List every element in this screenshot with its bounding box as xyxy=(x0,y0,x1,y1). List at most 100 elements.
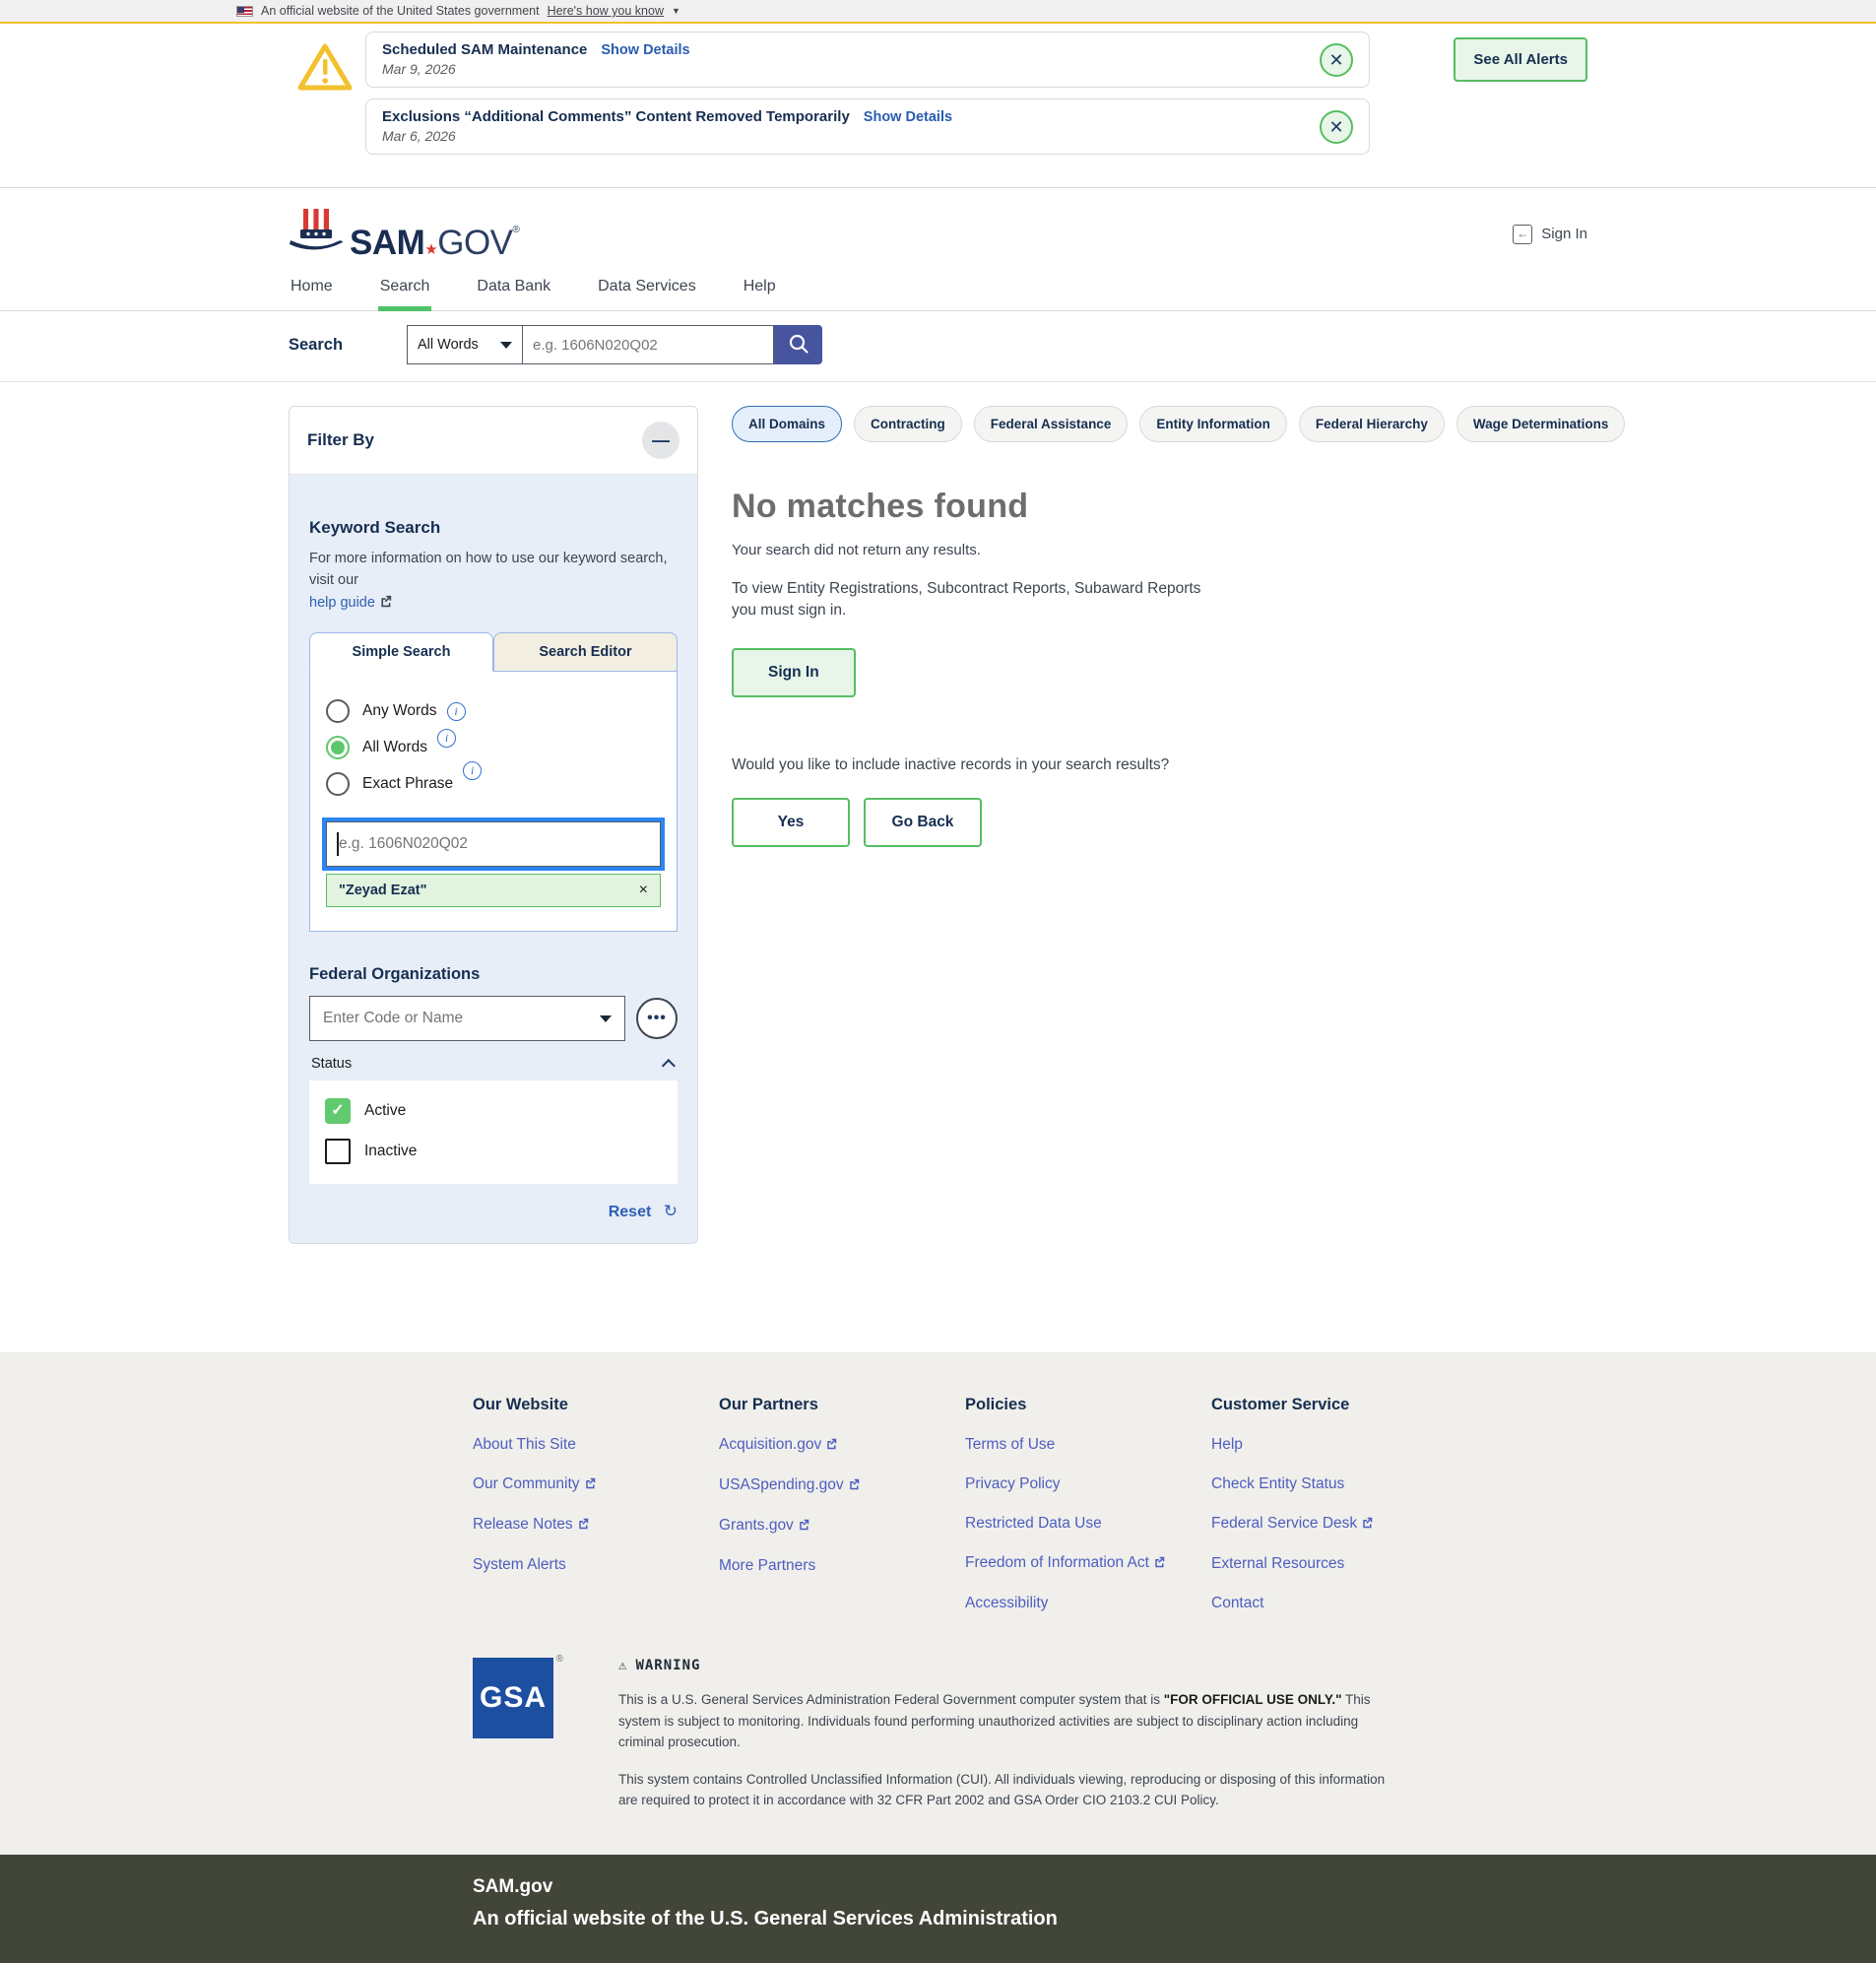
alert-show-details-link[interactable]: Show Details xyxy=(601,42,689,58)
keyword-help-text: For more information on how to use our k… xyxy=(309,551,667,588)
nav-item-data-services[interactable]: Data Services xyxy=(596,274,698,310)
info-icon[interactable]: i xyxy=(447,702,466,721)
alert-date: Mar 6, 2026 xyxy=(382,128,1300,144)
warning-triangle-small-icon: ⚠ xyxy=(618,1658,627,1673)
see-all-alerts-button[interactable]: See All Alerts xyxy=(1454,37,1587,82)
tab-search-editor[interactable]: Search Editor xyxy=(493,632,678,672)
alert-exclusions: Exclusions “Additional Comments” Content… xyxy=(365,98,1370,155)
filter-panel: Filter By — Keyword Search For more info… xyxy=(289,406,698,1244)
collapse-filters-button[interactable]: — xyxy=(642,422,679,459)
us-flag-icon xyxy=(236,6,253,17)
external-link-icon xyxy=(577,1517,589,1535)
more-options-button[interactable]: ••• xyxy=(636,998,678,1039)
checkbox-inactive[interactable] xyxy=(325,1139,351,1164)
warning-block: ⚠ WARNING This is a U.S. General Service… xyxy=(618,1658,1396,1811)
footer-link-usaspending[interactable]: USASpending.gov xyxy=(719,1476,965,1495)
alert-show-details-link[interactable]: Show Details xyxy=(864,109,952,125)
how-you-know-link[interactable]: Here's how you know xyxy=(548,4,664,18)
checkbox-active[interactable]: ✓ xyxy=(325,1098,351,1124)
pill-all-domains[interactable]: All Domains xyxy=(732,406,842,442)
pill-federal-assistance[interactable]: Federal Assistance xyxy=(974,406,1129,442)
identity-footer: SAM.gov An official website of the U.S. … xyxy=(0,1855,1876,1963)
radio-label: All Words xyxy=(362,739,427,756)
footer-link-contact[interactable]: Contact xyxy=(1211,1595,1457,1612)
checkbox-label: Inactive xyxy=(364,1143,417,1160)
footer-link-help[interactable]: Help xyxy=(1211,1436,1457,1454)
search-label: Search xyxy=(289,336,407,355)
radio-label: Any Words xyxy=(362,702,437,720)
no-results-text: Your search did not return any results. xyxy=(732,542,1625,558)
federal-org-combobox[interactable]: Enter Code or Name xyxy=(309,996,625,1041)
domain-pills: All Domains Contracting Federal Assistan… xyxy=(732,406,1625,442)
search-submit-button[interactable] xyxy=(774,325,822,364)
search-type-select[interactable]: All Words xyxy=(407,325,523,364)
radio-all-words[interactable] xyxy=(326,736,350,759)
nav-item-search[interactable]: Search xyxy=(378,274,432,310)
brand-star: ★ xyxy=(424,241,437,258)
external-link-icon xyxy=(584,1476,596,1494)
footer-link-release-notes[interactable]: Release Notes xyxy=(473,1516,719,1535)
footer-link-terms[interactable]: Terms of Use xyxy=(965,1436,1211,1454)
sign-in-link-top[interactable]: ← Sign In xyxy=(1513,225,1587,244)
footer-link-check-entity-status[interactable]: Check Entity Status xyxy=(1211,1475,1457,1493)
alert-title: Exclusions “Additional Comments” Content… xyxy=(382,108,850,125)
footer-official-text: An official website of the U.S. General … xyxy=(473,1908,1587,1930)
footer-link-grants[interactable]: Grants.gov xyxy=(719,1517,965,1536)
pill-federal-hierarchy[interactable]: Federal Hierarchy xyxy=(1299,406,1445,442)
pill-wage-determinations[interactable]: Wage Determinations xyxy=(1456,406,1626,442)
footer-col-our-partners: Our Partners Acquisition.gov USASpending… xyxy=(719,1396,965,1612)
external-link-icon xyxy=(825,1437,837,1455)
checkbox-label: Active xyxy=(364,1102,406,1120)
info-icon[interactable]: i xyxy=(463,761,482,780)
pill-contracting[interactable]: Contracting xyxy=(854,406,962,442)
warning-triangle-icon xyxy=(296,41,354,165)
nav-item-data-bank[interactable]: Data Bank xyxy=(475,274,552,310)
footer-link-about[interactable]: About This Site xyxy=(473,1436,719,1454)
alert-close-button[interactable]: ✕ xyxy=(1320,43,1353,77)
top-search-input[interactable] xyxy=(523,325,774,364)
brand-gov-text: GOV xyxy=(437,224,512,262)
reset-filters-link[interactable]: Reset xyxy=(609,1204,652,1220)
radio-exact-phrase[interactable] xyxy=(326,772,350,796)
refresh-icon: ↻ xyxy=(664,1202,678,1220)
gov-banner: An official website of the United States… xyxy=(0,0,1876,24)
magnifier-icon xyxy=(788,333,809,358)
footer-col-customer-service: Customer Service Help Check Entity Statu… xyxy=(1211,1396,1457,1612)
footer-link-acquisition[interactable]: Acquisition.gov xyxy=(719,1436,965,1455)
main-nav: Home Search Data Bank Data Services Help xyxy=(0,274,1876,311)
warning-paragraph-1: This is a U.S. General Services Administ… xyxy=(618,1689,1396,1753)
footer-link-accessibility[interactable]: Accessibility xyxy=(965,1595,1211,1612)
nav-item-home[interactable]: Home xyxy=(289,274,335,310)
tab-simple-search[interactable]: Simple Search xyxy=(309,632,493,672)
external-link-icon xyxy=(1361,1516,1373,1534)
external-link-icon xyxy=(848,1477,860,1495)
alert-close-button[interactable]: ✕ xyxy=(1320,110,1353,144)
radio-any-words[interactable] xyxy=(326,699,350,723)
chip-label: "Zeyad Ezat" xyxy=(339,883,427,898)
footer-link-system-alerts[interactable]: System Alerts xyxy=(473,1556,719,1574)
help-guide-link[interactable]: help guide xyxy=(309,595,375,611)
external-link-icon xyxy=(1153,1555,1165,1573)
sign-in-button[interactable]: Sign In xyxy=(732,648,856,697)
yes-button[interactable]: Yes xyxy=(732,798,850,847)
footer-site-name: SAM.gov xyxy=(473,1876,1587,1898)
simple-search-panel: Any Words i All Words i Exact Phrase i xyxy=(309,672,678,932)
keyword-search-input[interactable] xyxy=(326,821,661,867)
go-back-button[interactable]: Go Back xyxy=(864,798,982,847)
chevron-up-icon[interactable] xyxy=(662,1059,676,1073)
footer-link-community[interactable]: Our Community xyxy=(473,1475,719,1494)
footer-heading: Policies xyxy=(965,1396,1211,1414)
warning-title: WARNING xyxy=(635,1658,700,1673)
nav-item-help[interactable]: Help xyxy=(742,274,778,310)
registered-mark: ® xyxy=(513,225,520,235)
footer-link-privacy[interactable]: Privacy Policy xyxy=(965,1475,1211,1493)
chip-remove-icon[interactable]: × xyxy=(639,882,648,899)
pill-entity-information[interactable]: Entity Information xyxy=(1139,406,1287,442)
sam-gov-logo[interactable]: SAM★GOV® xyxy=(289,208,519,260)
footer-link-more-partners[interactable]: More Partners xyxy=(719,1557,965,1575)
footer-link-restricted-data[interactable]: Restricted Data Use xyxy=(965,1515,1211,1533)
footer-link-federal-service-desk[interactable]: Federal Service Desk xyxy=(1211,1515,1457,1534)
info-icon[interactable]: i xyxy=(437,729,456,748)
footer-link-external-resources[interactable]: External Resources xyxy=(1211,1555,1457,1573)
footer-link-foia[interactable]: Freedom of Information Act xyxy=(965,1554,1211,1573)
